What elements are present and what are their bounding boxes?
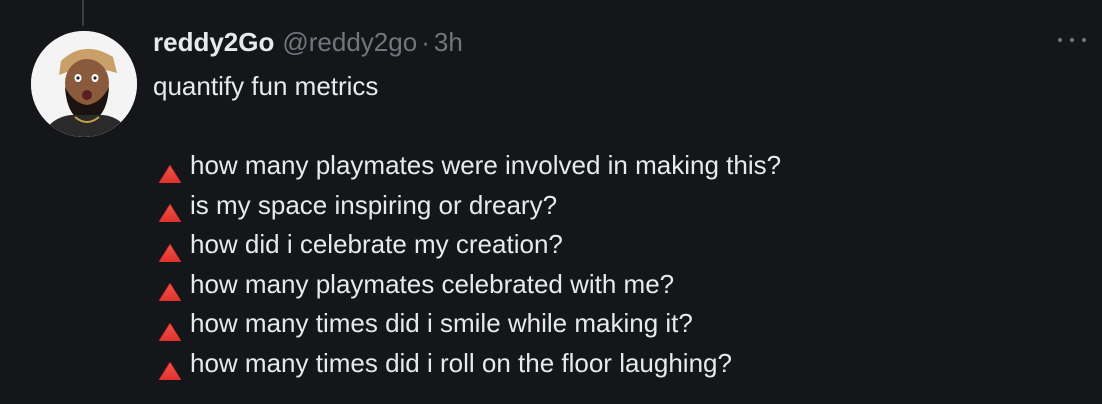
avatar[interactable] <box>31 31 137 137</box>
bullet-text: is my space inspiring or dreary? <box>190 189 558 220</box>
more-options-icon[interactable] <box>1058 30 1086 50</box>
bullet-item: how many times did i smile while making … <box>153 304 781 344</box>
bullet-item: how many times did i roll on the floor l… <box>153 344 781 384</box>
tweet-header: reddy2Go @reddy2go · 3h <box>153 24 463 60</box>
display-name[interactable]: reddy2Go <box>153 27 274 58</box>
bullet-text: how many times did i roll on the floor l… <box>190 347 732 378</box>
user-handle[interactable]: @reddy2go <box>282 27 417 58</box>
tweet-card[interactable]: reddy2Go @reddy2go · 3h quantify fun met… <box>0 0 1102 404</box>
header-separator: · <box>421 26 430 57</box>
red-triangle-up-icon <box>158 156 182 183</box>
bullet-item: how did i celebrate my creation? <box>153 225 781 265</box>
red-triangle-up-icon <box>158 353 182 381</box>
bullet-text: how did i celebrate my creation? <box>190 229 563 259</box>
bullet-item: is my space inspiring or dreary? <box>153 186 781 226</box>
bullet-item: how many playmates were involved in maki… <box>153 146 781 186</box>
tweet-text: quantify fun metrics how many playmates … <box>153 67 781 383</box>
tweet-intro-text: quantify fun metrics <box>153 71 379 101</box>
red-triangle-up-icon <box>158 195 182 223</box>
red-triangle-up-icon <box>158 314 182 341</box>
more-dot <box>1058 38 1062 42</box>
more-dot <box>1082 38 1086 42</box>
red-triangle-up-icon <box>158 274 182 302</box>
timestamp[interactable]: 3h <box>434 27 463 58</box>
more-dot <box>1070 38 1074 42</box>
bullet-list: how many playmates were involved in maki… <box>153 146 781 383</box>
red-triangle-up-icon <box>158 235 182 262</box>
bullet-item: how many playmates celebrated with me? <box>153 265 781 305</box>
bullet-text: how many playmates were involved in maki… <box>190 150 782 180</box>
thread-connector-line <box>82 0 84 26</box>
bullet-text: how many playmates celebrated with me? <box>190 268 675 299</box>
tweet-intro: quantify fun metrics <box>153 67 781 107</box>
bullet-text: how many times did i smile while making … <box>190 308 693 338</box>
